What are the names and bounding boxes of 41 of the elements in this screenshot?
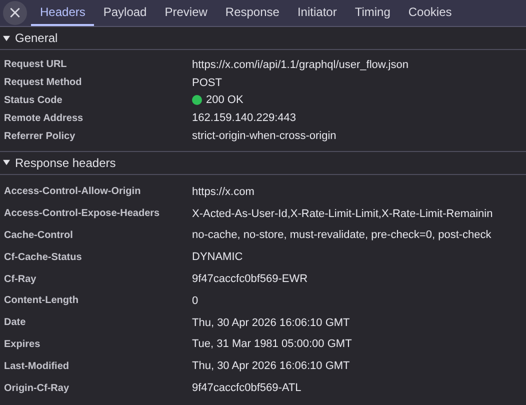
header-value: strict-origin-when-cross-origin <box>192 130 336 142</box>
tab[interactable]: Payload <box>94 0 156 26</box>
header-value: X-Acted-As-User-Id,X-Rate-Limit-Limit,X-Rate-Limit-Remainin <box>192 208 493 220</box>
triangle-icon <box>3 159 10 166</box>
header-name: Access-Control-Allow-Origin <box>4 186 142 198</box>
close-button[interactable]: × <box>3 1 27 25</box>
header-name: Origin-Cf-Ray <box>4 382 70 394</box>
header-value: 200 OK <box>206 94 244 106</box>
header-name: Referrer Policy <box>4 130 76 142</box>
header-value: DYNAMIC <box>192 251 243 264</box>
header-value: no-cache, no-store, must-revalidate, pre-check=0, post-check <box>192 229 492 242</box>
triangle-icon <box>3 34 10 42</box>
header-name: Remote Address <box>4 112 84 124</box>
header-name: Request URL <box>4 59 68 70</box>
tab[interactable]: Initiator <box>288 0 346 26</box>
header-value: 9f47caccfc0bf569-ATL <box>192 382 302 394</box>
header-value: Thu, 30 Apr 2026 16:06:10 GMT <box>192 316 350 329</box>
section-title: General <box>15 31 58 45</box>
header-value: https://x.com <box>192 186 254 198</box>
header-name: Expires <box>4 338 42 350</box>
header-name: Status Code <box>4 94 64 106</box>
tab[interactable]: Timing <box>346 0 400 26</box>
header-name: Cf-Ray <box>4 274 38 285</box>
section-title: Response headers <box>15 156 116 170</box>
header-name: Last-Modified <box>4 360 70 372</box>
header-value: 0 <box>192 294 198 307</box>
header-value: https://x.com/i/api/1.1/graphql/user_flow.json <box>192 58 408 71</box>
header-name: Access-Control-Expose-Headers <box>4 208 161 220</box>
tab[interactable]: Preview <box>156 0 216 26</box>
header-name: Date <box>4 317 27 328</box>
header-name: Content-Length <box>4 295 80 306</box>
header-name: Request Method <box>4 77 83 88</box>
header-value: 9f47caccfc0bf569-EWR <box>192 273 308 286</box>
header-value: 162.159.140.229:443 <box>192 112 296 124</box>
tab[interactable]: Response <box>216 0 288 26</box>
header-value: Tue, 31 Mar 1981 05:00:00 GMT <box>192 338 352 350</box>
header-name: Cache-Control <box>4 230 74 241</box>
header-name: Cf-Cache-Status <box>4 252 83 263</box>
tab[interactable]: Cookies <box>399 0 461 26</box>
header-value: POST <box>192 76 222 89</box>
header-value: Thu, 30 Apr 2026 16:06:10 GMT <box>192 360 350 372</box>
